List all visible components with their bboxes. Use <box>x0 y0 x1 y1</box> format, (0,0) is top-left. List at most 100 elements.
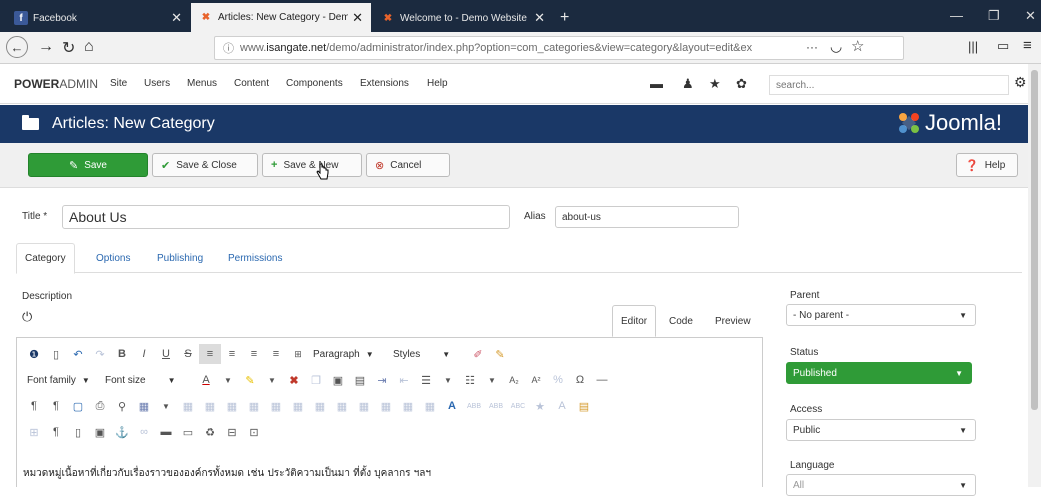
heading-icon[interactable]: ⊞ <box>287 344 309 364</box>
cell-props-icon[interactable]: ▦ <box>243 396 265 416</box>
address-bar[interactable]: ⓘ www. isangate.net/demo/administrator/in… <box>214 36 904 60</box>
cancel-button[interactable]: ⊗ Cancel <box>366 153 450 177</box>
superscript-icon[interactable]: A² <box>525 370 547 390</box>
row-after-icon[interactable]: ▦ <box>287 396 309 416</box>
font-style-icon[interactable]: A <box>551 396 573 416</box>
font-family-select[interactable]: Font family ▼ <box>23 370 101 390</box>
tab-category[interactable]: Category <box>16 243 75 274</box>
dropdown-icon[interactable]: ▼ <box>155 396 177 416</box>
abbr-icon[interactable]: ABB <box>463 396 485 416</box>
bold-icon[interactable]: B <box>111 344 133 364</box>
paste-icon[interactable]: ▣ <box>327 370 349 390</box>
menu-content[interactable]: Content <box>234 78 269 89</box>
sidebar-icon[interactable]: ▭ <box>997 38 1009 54</box>
numbered-list-icon[interactable]: ☷ <box>459 370 481 390</box>
styles-select[interactable]: Styles ▼ <box>389 344 467 364</box>
star-icon[interactable]: ★ <box>709 76 721 92</box>
language-select[interactable]: All ▼ <box>786 474 976 496</box>
editor-tab-preview[interactable]: Preview <box>707 305 759 337</box>
template-icon[interactable]: ▤ <box>573 396 595 416</box>
library-icon[interactable]: ||| <box>968 39 978 54</box>
underline-icon[interactable]: U <box>155 344 177 364</box>
layer-icon[interactable]: ⊟ <box>221 422 243 442</box>
menu-icon[interactable]: ≡ <box>1023 37 1032 54</box>
search-icon[interactable]: ⚲ <box>111 396 133 416</box>
visual-aid-icon[interactable]: ⊞ <box>23 422 45 442</box>
help-icon[interactable]: ❶ <box>23 344 45 364</box>
strikethrough-icon[interactable]: S <box>177 344 199 364</box>
menu-menus[interactable]: Menus <box>187 78 217 89</box>
fullscreen-icon[interactable]: ▭ <box>177 422 199 442</box>
editor-content-text[interactable]: หมวดหมู่เนื้อหาที่เกี่ยวกับเรื่องราวของอ… <box>23 466 431 481</box>
close-window-icon[interactable]: ✕ <box>1025 8 1036 24</box>
reload-icon[interactable]: ↻ <box>62 38 75 58</box>
image-icon[interactable]: ▢ <box>67 396 89 416</box>
new-tab-button[interactable]: + <box>556 4 580 32</box>
col-after-icon[interactable]: ▦ <box>353 396 375 416</box>
menu-components[interactable]: Components <box>286 78 343 89</box>
special-char-icon[interactable]: Ω <box>569 370 591 390</box>
media-icon[interactable]: ▣ <box>89 422 111 442</box>
font-icon[interactable]: A <box>441 396 463 416</box>
help-button[interactable]: ❓ Help <box>956 153 1018 177</box>
horizontal-rule-icon[interactable]: — <box>591 370 613 390</box>
table-props-icon[interactable]: ▦ <box>177 396 199 416</box>
acronym-icon[interactable]: ABB <box>485 396 507 416</box>
italic-icon[interactable]: I <box>133 344 155 364</box>
row-before-icon[interactable]: ▦ <box>265 396 287 416</box>
subscript-icon[interactable]: A₂ <box>503 370 525 390</box>
text-color-icon[interactable]: A <box>195 370 217 390</box>
menu-site[interactable]: Site <box>110 78 127 89</box>
unlink-icon[interactable]: ▬ <box>155 422 177 442</box>
link-icon[interactable]: ∞ <box>133 422 155 442</box>
show-blocks-icon[interactable]: ¶ <box>45 422 67 442</box>
close-icon[interactable]: ✕ <box>171 10 182 26</box>
dropdown-icon[interactable]: ▼ <box>217 370 239 390</box>
paste-text-icon[interactable]: ▤ <box>349 370 371 390</box>
user-icon[interactable]: ♟ <box>682 76 694 92</box>
menu-extensions[interactable]: Extensions <box>360 78 409 89</box>
code-icon[interactable]: ♻ <box>199 422 221 442</box>
row-delete-icon[interactable]: ▦ <box>309 396 331 416</box>
save-new-button[interactable]: + Save & New <box>262 153 362 177</box>
eraser-icon[interactable]: ✐ <box>467 344 489 364</box>
status-select[interactable]: Published ▼ <box>786 362 972 384</box>
format-select[interactable]: Paragraph ▼ <box>309 344 389 364</box>
font-size-select[interactable]: Font size ▼ <box>101 370 195 390</box>
home-icon[interactable]: ⌂ <box>84 38 94 56</box>
admin-search-input[interactable] <box>769 75 1009 95</box>
cut-icon[interactable]: ✖ <box>283 370 305 390</box>
merge-cells-icon[interactable]: ▦ <box>397 396 419 416</box>
col-before-icon[interactable]: ▦ <box>331 396 353 416</box>
anchor-icon[interactable]: ⚓ <box>111 422 133 442</box>
table-icon[interactable]: ▦ <box>133 396 155 416</box>
parent-select[interactable]: - No parent - ▼ <box>786 304 976 326</box>
restore-icon[interactable]: ❐ <box>988 8 1000 24</box>
bookmark-star-icon[interactable]: ☆ <box>851 37 864 55</box>
alias-input[interactable]: about-us <box>555 206 739 228</box>
split-cells-icon[interactable]: ▦ <box>419 396 441 416</box>
brand-logo[interactable]: POWERADMIN <box>14 77 98 91</box>
charmap-dim-icon[interactable]: % <box>547 370 569 390</box>
insert-layer-icon[interactable]: ⊡ <box>243 422 265 442</box>
align-justify-icon[interactable]: ≡ <box>265 344 287 364</box>
outdent-icon[interactable]: ⇤ <box>393 370 415 390</box>
forward-arrow-icon[interactable]: → <box>38 38 54 56</box>
scrollbar-thumb[interactable] <box>1031 70 1038 410</box>
title-input[interactable]: About Us <box>62 205 510 229</box>
copy-icon[interactable]: ❐ <box>305 370 327 390</box>
minimize-icon[interactable]: — <box>950 8 963 23</box>
align-center-icon[interactable]: ≡ <box>221 344 243 364</box>
tab-permissions[interactable]: Permissions <box>220 243 290 273</box>
align-left-icon[interactable]: ≡ <box>199 344 221 364</box>
table-delete-icon[interactable]: ▦ <box>199 396 221 416</box>
star-tool-icon[interactable]: ★ <box>529 396 551 416</box>
tab-options[interactable]: Options <box>88 243 138 273</box>
menu-help[interactable]: Help <box>427 78 448 89</box>
save-close-button[interactable]: ✔ Save & Close <box>152 153 258 177</box>
abc-icon[interactable]: ABC <box>507 396 529 416</box>
dropdown-icon[interactable]: ▼ <box>481 370 503 390</box>
back-arrow-icon[interactable]: ← <box>6 36 28 58</box>
menu-users[interactable]: Users <box>144 78 170 89</box>
col-delete-icon[interactable]: ▦ <box>375 396 397 416</box>
